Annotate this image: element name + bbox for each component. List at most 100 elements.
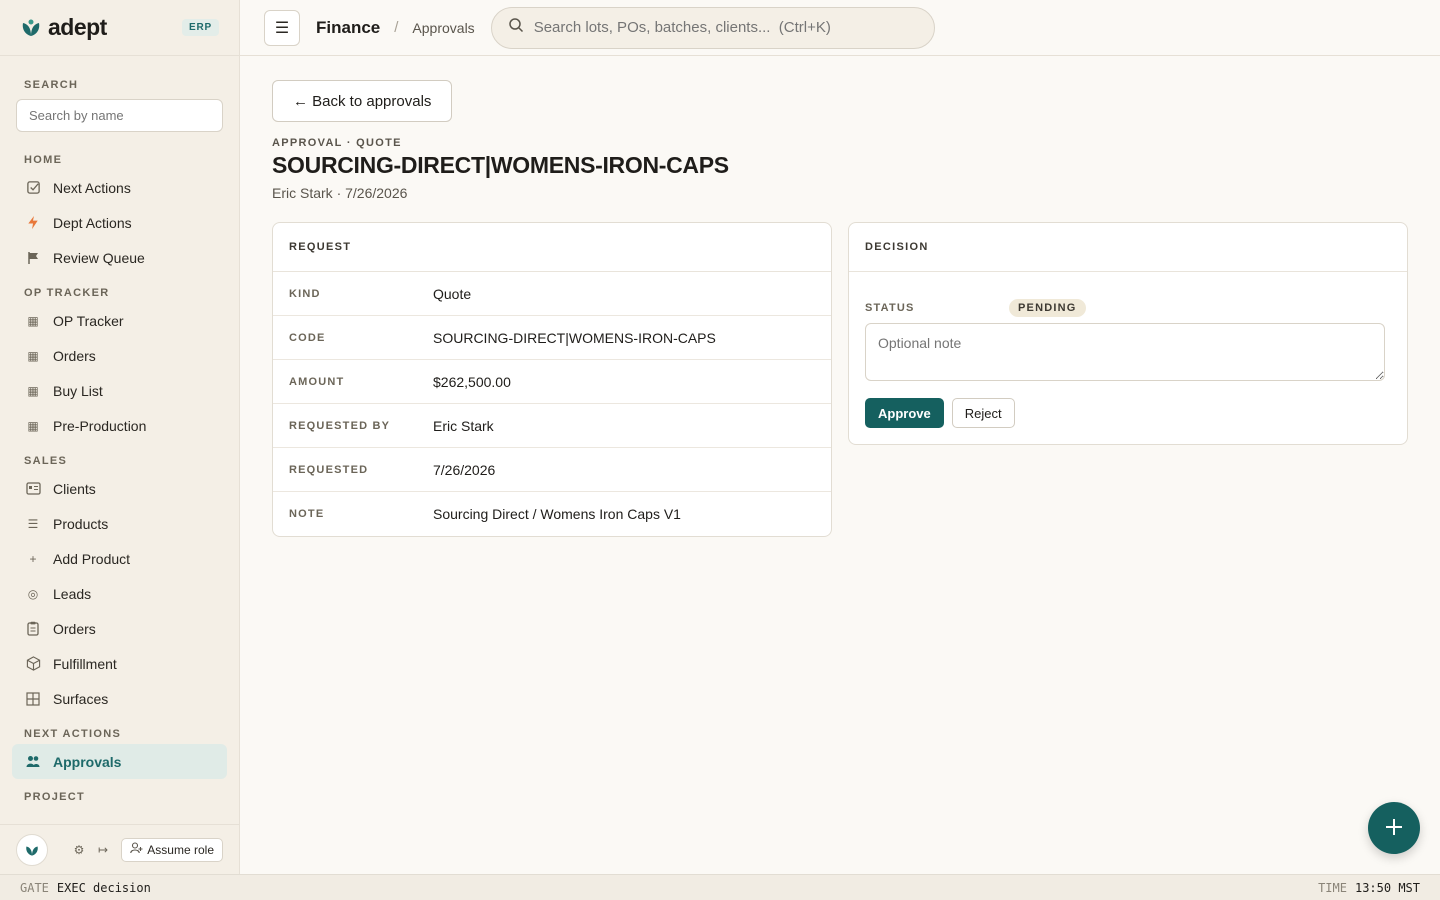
sidebar-item-add-product[interactable]: + Add Product [12,541,227,576]
decision-card-heading: DECISION [849,223,1407,272]
flag-icon [24,249,42,267]
reject-button[interactable]: Reject [951,398,1015,428]
request-row-kind: KIND Quote [273,272,831,316]
grid-icon: ▦ [27,348,39,363]
field-value: 7/26/2026 [433,461,496,478]
sidebar-item-dept-actions[interactable]: Dept Actions [12,205,227,240]
assume-role-button[interactable]: Assume role [121,837,223,862]
sidebar-item-label: OP Tracker [53,312,124,329]
topbar: ☰ Finance / Approvals [240,0,1440,56]
section-label-home: HOME [24,154,63,166]
sidebar-search-input[interactable] [16,99,223,132]
logout-icon[interactable]: ↦ [96,843,110,857]
status-gate-label: GATE [20,880,49,895]
bolt-icon [24,214,42,232]
sidebar-item-review-queue[interactable]: Review Queue [12,240,227,275]
sidebar-item-label: Products [53,515,109,532]
decision-note-input[interactable] [865,323,1385,381]
sidebar-item-next-actions[interactable]: Next Actions [12,170,227,205]
sidebar-item-approvals[interactable]: Approvals [12,744,227,779]
sidebar-item-label: Orders [53,620,96,637]
section-label-search: SEARCH [24,79,79,91]
global-search-input[interactable] [533,19,914,36]
status-badge: PENDING [1009,299,1086,317]
breadcrumb-root[interactable]: Finance [316,18,380,38]
request-row-amount: AMOUNT $262,500.00 [273,360,831,404]
grid-icon: ▦ [27,383,39,398]
back-to-approvals-button[interactable]: ← Back to approvals [272,80,453,122]
sidebar-item-fulfillment[interactable]: Fulfillment [12,646,227,681]
brand-bar: adept ERP [0,0,239,56]
sidebar-item-label: Pre-Production [53,417,147,434]
field-label: KIND [289,287,321,300]
id-card-icon [24,480,42,498]
sidebar-item-pre-production[interactable]: ▦ Pre-Production [12,408,227,443]
clipboard-icon [24,620,42,638]
sidebar-item-label: Leads [53,585,92,602]
leaf-logo-icon [26,846,38,856]
quick-add-button[interactable] [1368,802,1420,854]
status-time-value: 13:50 MST [1354,880,1420,895]
page-subtitle: Eric Stark · 7/26/2026 [272,185,408,201]
nav-group-sales: SALES Clients ☰ Products + Add Product ◎… [12,455,227,716]
plus-icon: + [29,551,37,566]
sidebar-item-label: Buy List [53,382,103,399]
sidebar-item-label: Orders [53,347,96,364]
brand-name: adept [48,14,107,40]
menu-toggle-button[interactable]: ☰ [264,9,300,46]
field-label: REQUESTED BY [289,419,391,432]
grid-icon: ▦ [27,418,39,433]
sidebar-item-products[interactable]: ☰ Products [12,506,227,541]
hamburger-icon: ☰ [274,19,290,37]
grid-icon: ▦ [27,313,39,328]
sidebar-item-op-tracker[interactable]: ▦ OP Tracker [12,303,227,338]
status-bar: GATE EXEC decision TIME 13:50 MST [0,874,1440,900]
brand-logo[interactable]: adept [20,14,107,41]
field-label: AMOUNT [289,375,345,388]
search-icon [508,17,524,38]
request-card: REQUEST KIND Quote CODE SOURCING-DIRECT|… [272,222,832,537]
list-icon: ☰ [27,516,39,531]
box-icon [24,655,42,673]
leaf-logo-icon [22,19,40,36]
request-row-note: NOTE Sourcing Direct / Womens Iron Caps … [273,492,831,536]
section-label-sales: SALES [24,455,68,467]
table-icon [24,690,42,708]
status-time-label: TIME [1318,880,1347,895]
status-time: TIME 13:50 MST [1318,881,1420,895]
request-row-requested: REQUESTED 7/26/2026 [273,448,831,492]
status-gate-value: EXEC decision [56,880,151,895]
target-icon: ◎ [27,586,39,601]
field-value: $262,500.00 [433,373,511,390]
breadcrumb-separator: / [394,19,399,36]
user-switch-icon [130,842,143,857]
sidebar-item-surfaces[interactable]: Surfaces [12,681,227,716]
nav-group-op-tracker: OP TRACKER ▦ OP Tracker ▦ Orders ▦ Buy L… [12,287,227,443]
sidebar: adept ERP SEARCH HOME Next Actions Dept … [0,0,240,874]
sidebar-item-label: Review Queue [53,249,145,266]
plus-icon [1384,817,1404,840]
nav-group-next-actions: NEXT ACTIONS Approvals [12,728,227,779]
sidebar-item-clients[interactable]: Clients [12,471,227,506]
field-label: REQUESTED [289,463,369,476]
request-row-requested-by: REQUESTED BY Eric Stark [273,404,831,448]
request-card-heading: REQUEST [273,223,831,272]
avatar[interactable] [16,833,48,866]
sidebar-item-buy-list[interactable]: ▦ Buy List [12,373,227,408]
status-label: STATUS [865,302,915,314]
nav-group-project: PROJECT [12,791,227,803]
page-eyebrow: APPROVAL · QUOTE [272,137,402,149]
field-label: NOTE [289,508,325,520]
sidebar-item-label: Add Product [53,550,131,567]
sidebar-item-leads[interactable]: ◎ Leads [12,576,227,611]
field-value: Sourcing Direct / Womens Iron Caps V1 [433,506,681,522]
sidebar-footer: ⚙ ↦ Assume role [0,824,239,874]
decision-actions: Approve Reject [849,381,1407,444]
settings-icon[interactable]: ⚙ [72,843,86,857]
sidebar-item-label: Surfaces [53,690,109,707]
sidebar-item-sales-orders[interactable]: Orders [12,611,227,646]
approve-button[interactable]: Approve [865,398,944,428]
global-search[interactable] [490,6,935,49]
sidebar-item-orders[interactable]: ▦ Orders [12,338,227,373]
page-title: SOURCING-DIRECT|WOMENS-IRON-CAPS [272,152,729,178]
